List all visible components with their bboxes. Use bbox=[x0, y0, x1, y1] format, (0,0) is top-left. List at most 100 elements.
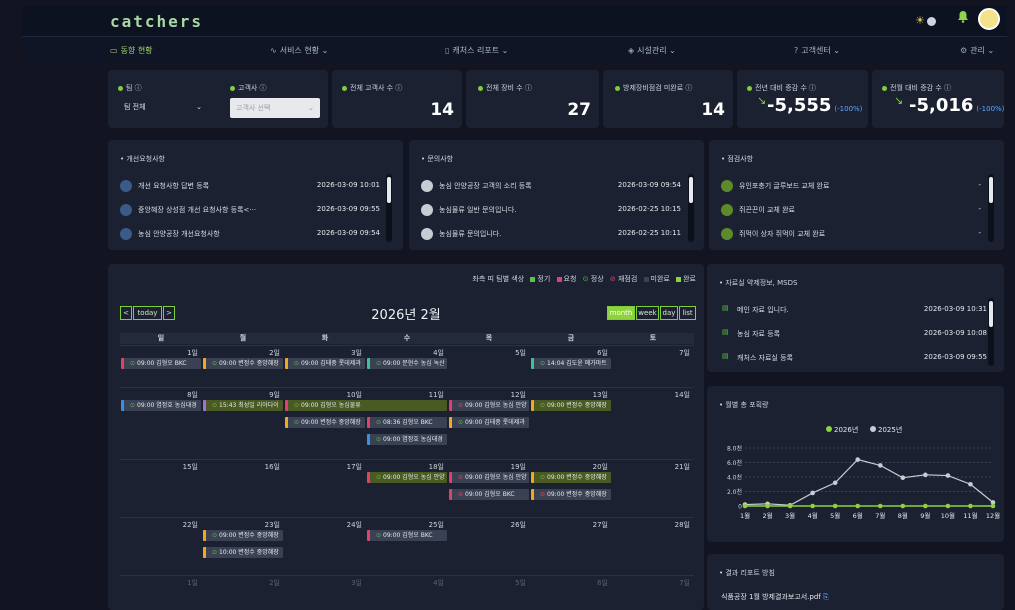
list-item[interactable]: 농심 안양공장 고객의 소리 등록 2026-03-09 09:54 bbox=[421, 178, 681, 194]
view-day-button[interactable]: day bbox=[660, 306, 678, 320]
report-file-link[interactable]: 식품공장 1월 방제결과보고서.pdf ⎘ bbox=[721, 592, 829, 602]
client-select[interactable]: 고객사 선택 ⌄ bbox=[230, 98, 320, 118]
notification-bell-icon[interactable] bbox=[957, 10, 969, 26]
team-select[interactable]: 팀 전체 ⌄ bbox=[118, 98, 208, 116]
calendar-day-number[interactable]: 22일 bbox=[120, 520, 198, 530]
calendar-day-number[interactable]: 13일 bbox=[530, 390, 608, 400]
alert-circle-icon: ⊘ bbox=[540, 491, 546, 498]
list-item[interactable]: ▤ 농심 자료 등록 2026-03-09 10:08 bbox=[719, 326, 987, 342]
calendar-day-number[interactable]: 27일 bbox=[530, 520, 608, 530]
scrollbar[interactable] bbox=[386, 174, 392, 242]
theme-toggle[interactable]: ☀ bbox=[915, 15, 937, 27]
calendar-day-number[interactable]: 6일 bbox=[530, 348, 608, 358]
data-point bbox=[810, 490, 815, 496]
calendar-day-number[interactable]: 8일 bbox=[120, 390, 198, 400]
scrollbar[interactable] bbox=[988, 174, 994, 242]
toggle-knob bbox=[927, 17, 936, 26]
calendar-day-number[interactable]: 21일 bbox=[612, 462, 690, 472]
calendar-event[interactable]: ⊙ 10:00 변정수 중앙혜장 bbox=[203, 547, 283, 558]
user-avatar[interactable] bbox=[978, 8, 1000, 30]
calendar-event[interactable]: ⊙ 09:00 염정호 농심대경 bbox=[367, 434, 447, 445]
calendar-event[interactable]: ⊙ 09:00 김형오 BKC bbox=[121, 358, 201, 369]
event-label: 15:43 최성일 리아다이 bbox=[219, 402, 279, 409]
list-item[interactable]: 개선 요청사항 답변 등록 2026-03-09 10:01 bbox=[120, 178, 380, 194]
list-item[interactable]: 쥐먹이 상자 쥐먹이 교체 완료 - bbox=[721, 226, 981, 242]
calendar-day-number[interactable]: 1일 bbox=[120, 578, 198, 588]
calendar-day-number[interactable]: 14일 bbox=[612, 390, 690, 400]
calendar-day-number[interactable]: 17일 bbox=[284, 462, 362, 472]
scrollbar[interactable] bbox=[988, 298, 994, 366]
check-circle-icon: ⊙ bbox=[212, 532, 218, 539]
calendar-day-number[interactable]: 2일 bbox=[202, 578, 280, 588]
scrollbar[interactable] bbox=[688, 174, 694, 242]
calendar-event[interactable]: ⊙ 09:00 김형오 BKC bbox=[367, 530, 447, 541]
calendar-day-number[interactable]: 3일 bbox=[284, 348, 362, 358]
calendar-day-number[interactable]: 11일 bbox=[366, 390, 444, 400]
calendar-day-number[interactable]: 7일 bbox=[612, 348, 690, 358]
calendar-event[interactable]: ⊘ 09:00 김형오 농심 안양 bbox=[449, 400, 529, 411]
calendar-event[interactable]: ⊙ 09:00 김형오 농심 안양 bbox=[367, 472, 447, 483]
calendar-day-number[interactable]: 12일 bbox=[448, 390, 526, 400]
view-list-button[interactable]: list bbox=[679, 306, 696, 320]
calendar-event[interactable]: ⊙ 14:04 김도윤 메가마트 bbox=[531, 358, 611, 369]
calendar-day-number[interactable]: 4일 bbox=[366, 578, 444, 588]
calendar-day-number[interactable]: 18일 bbox=[366, 462, 444, 472]
calendar-day-number[interactable]: 26일 bbox=[448, 520, 526, 530]
calendar-event[interactable]: ⊘ 09:00 변정수 중앙혜장 bbox=[531, 489, 611, 500]
calendar-event[interactable]: ⊙ 09:00 변정수 중앙혜장 bbox=[531, 472, 611, 483]
check-circle-icon: ⊙ bbox=[376, 419, 382, 426]
calendar-event[interactable]: ⊙ 09:00 염정호 농심대경 bbox=[121, 400, 201, 411]
calendar-day-number[interactable]: 6일 bbox=[530, 578, 608, 588]
list-item[interactable]: 중앙혜장 상성점 개선 요청사항 등록<··· 2026-03-09 09:55 bbox=[120, 202, 380, 218]
list-item[interactable]: 농심물류 일반 문의입니다. 2026-02-25 10:15 bbox=[421, 202, 681, 218]
calendar-day-number[interactable]: 5일 bbox=[448, 348, 526, 358]
calendar-event[interactable]: ⊘ 09:00 김형오 농심 안양 bbox=[449, 472, 529, 483]
calendar-day-number[interactable]: 20일 bbox=[530, 462, 608, 472]
calendar-event[interactable]: ⊙ 09:00 변정수 중앙혜장 bbox=[203, 358, 283, 369]
list-item[interactable]: 농심 안양공장 개선요청사항 2026-03-09 09:54 bbox=[120, 226, 380, 242]
calendar-event[interactable]: ⊙ 09:00 문현수 농심 녹산 bbox=[367, 358, 447, 369]
nav-trend-status[interactable]: ▭ 동향 현황 bbox=[110, 45, 153, 56]
view-week-button[interactable]: week bbox=[636, 306, 659, 320]
chevron-down-icon: ⌄ bbox=[987, 46, 995, 55]
nav-service-status[interactable]: ∿ 서비스 현황 ⌄ bbox=[270, 45, 328, 56]
calendar-day-number[interactable]: 15일 bbox=[120, 462, 198, 472]
nav-support[interactable]: ? 고객센터 ⌄ bbox=[794, 45, 840, 56]
calendar-event[interactable]: ⊘ 09:00 김형오 BKC bbox=[449, 489, 529, 500]
calendar-day-number[interactable]: 2일 bbox=[202, 348, 280, 358]
calendar-day-number[interactable]: 10일 bbox=[284, 390, 362, 400]
calendar-event[interactable]: ⊙ 09:00 변정수 중앙혜장 bbox=[203, 530, 283, 541]
nav-admin[interactable]: ⚙ 관리 ⌄ bbox=[960, 45, 994, 56]
calendar-event[interactable]: ⊙ 09:00 김형오 농심물류 bbox=[285, 400, 447, 411]
calendar-day-number[interactable]: 1일 bbox=[120, 348, 198, 358]
nav-catchers-report[interactable]: ▯ 캐처스 리포트 ⌄ bbox=[445, 45, 508, 56]
calendar-day-number[interactable]: 9일 bbox=[202, 390, 280, 400]
calendar-day-number[interactable]: 19일 bbox=[448, 462, 526, 472]
calendar-event[interactable]: ⊙ 08:36 김형오 BKC bbox=[367, 417, 447, 428]
calendar-day-number[interactable]: 3일 bbox=[284, 578, 362, 588]
calendar-event[interactable]: ⊙ 09:00 변정수 중앙혜장 bbox=[285, 417, 365, 428]
event-label: 09:00 김태중 롯데제과 bbox=[465, 419, 525, 426]
calendar-event[interactable]: ⊙ 09:00 김태중 롯데제과 bbox=[449, 417, 529, 428]
calendar-event[interactable]: ⊙ 15:43 최성일 리아다이 bbox=[203, 400, 283, 411]
calendar-day-number[interactable]: 7일 bbox=[612, 578, 690, 588]
view-month-button[interactable]: month bbox=[607, 306, 635, 320]
list-item[interactable]: ▤ 캐처스 자료실 등록 2026-03-09 09:55 bbox=[719, 350, 987, 366]
calendar-day-number[interactable]: 25일 bbox=[366, 520, 444, 530]
calendar-day-number[interactable]: 23일 bbox=[202, 520, 280, 530]
app-logo[interactable]: catchers bbox=[110, 12, 203, 31]
nav-facility[interactable]: ◈ 시설관리 ⌄ bbox=[628, 45, 676, 56]
list-item[interactable]: 쥐끈끈이 교체 완료 - bbox=[721, 202, 981, 218]
list-item[interactable]: 유인포충기 글루보드 교체 완료 - bbox=[721, 178, 981, 194]
list-item[interactable]: ▤ 메인 자료 입니다. 2026-03-09 10:31 bbox=[719, 302, 987, 318]
calendar-day-number[interactable]: 28일 bbox=[612, 520, 690, 530]
list-item[interactable]: 농심물류 문의입니다. 2026-02-25 10:11 bbox=[421, 226, 681, 242]
calendar-event[interactable]: ⊙ 09:00 변정수 중앙혜장 bbox=[531, 400, 611, 411]
calendar-event[interactable]: ⊙ 09:00 김태중 롯데제과 bbox=[285, 358, 365, 369]
stat-value: -5,555 (-100%) bbox=[767, 95, 863, 116]
calendar-day-number[interactable]: 4일 bbox=[366, 348, 444, 358]
calendar-day-number[interactable]: 5일 bbox=[448, 578, 526, 588]
calendar-day-number[interactable]: 24일 bbox=[284, 520, 362, 530]
calendar-day-number[interactable]: 16일 bbox=[202, 462, 280, 472]
check-circle-icon: ⊙ bbox=[376, 360, 382, 367]
